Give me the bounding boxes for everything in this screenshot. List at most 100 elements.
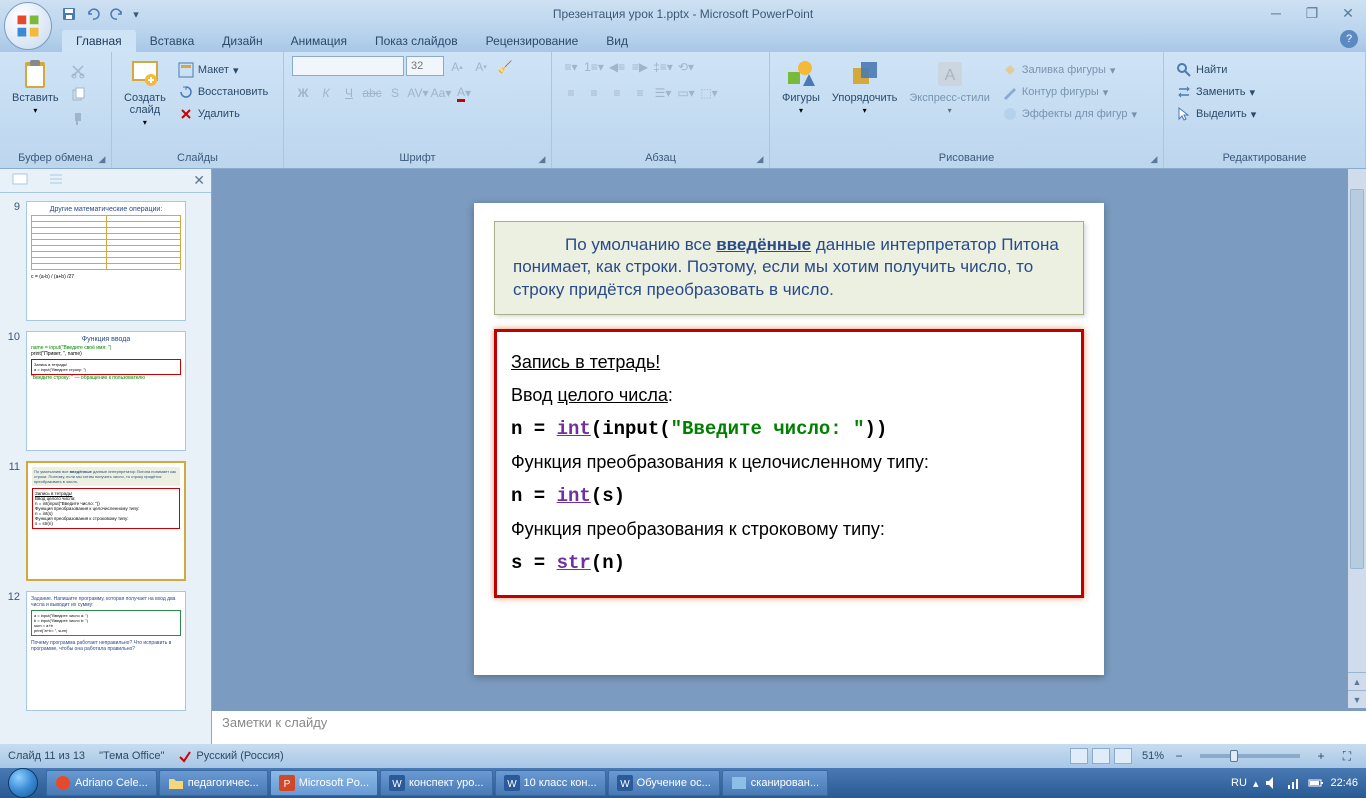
notes-pane[interactable]: Заметки к слайду — [212, 708, 1366, 744]
grow-font[interactable]: A▴ — [446, 56, 468, 78]
thumb-12[interactable]: Задание. Напишите программу, которая пол… — [26, 591, 186, 711]
find-button[interactable]: Найти — [1172, 60, 1260, 80]
reset-button[interactable]: Восстановить — [174, 82, 272, 102]
underline-button[interactable]: Ч — [338, 82, 360, 104]
zoom-handle[interactable] — [1230, 750, 1238, 762]
volume-icon[interactable] — [1264, 775, 1280, 791]
thumb-9[interactable]: Другие математические операции: c = (a-b… — [26, 201, 186, 321]
spacing-button[interactable]: AV▾ — [407, 82, 429, 104]
clock[interactable]: 22:46 — [1330, 777, 1358, 789]
delete-button[interactable]: Удалить — [174, 104, 272, 124]
thumb-10[interactable]: Функция ввода name = input("Введите своё… — [26, 331, 186, 451]
slideshow-view-button[interactable] — [1114, 748, 1132, 764]
zoom-in[interactable]: + — [1310, 745, 1332, 767]
font-color-button[interactable]: A▾ — [453, 82, 475, 104]
restore-button[interactable]: ❐ — [1300, 4, 1324, 22]
outline-tab[interactable] — [42, 171, 70, 190]
undo-button[interactable] — [82, 3, 104, 25]
paste-button[interactable]: Вставить ▾ — [8, 56, 63, 117]
tab-review[interactable]: Рецензирование — [472, 30, 593, 52]
arrange-icon — [849, 58, 881, 90]
task-firefox[interactable]: Adriano Cele... — [46, 770, 157, 796]
text-direction[interactable]: ⟲▾ — [675, 56, 697, 78]
redo-button[interactable] — [106, 3, 128, 25]
numbering-button[interactable]: 1≡▾ — [583, 56, 605, 78]
task-word1[interactable]: Wконспект уро... — [380, 770, 493, 796]
case-button[interactable]: Aa▾ — [430, 82, 452, 104]
select-button[interactable]: Выделить ▾ — [1172, 104, 1260, 124]
slide-canvas[interactable]: По умолчанию все введённые данные интерп… — [474, 203, 1104, 675]
zoom-slider[interactable] — [1200, 754, 1300, 758]
qat-customize[interactable]: ▾ — [130, 3, 142, 25]
tab-home[interactable]: Главная — [62, 30, 136, 52]
shrink-font[interactable]: A▾ — [470, 56, 492, 78]
task-word2[interactable]: W10 класс кон... — [495, 770, 606, 796]
vertical-scrollbar[interactable]: ▲ ▼ — [1348, 169, 1366, 708]
tab-insert[interactable]: Вставка — [136, 30, 209, 52]
slides-tab[interactable] — [6, 171, 34, 190]
task-powerpoint[interactable]: PMicrosoft Po... — [270, 770, 378, 796]
minimize-button[interactable]: ─ — [1264, 4, 1288, 22]
tray-chevron[interactable]: ▴ — [1253, 777, 1259, 790]
tab-animation[interactable]: Анимация — [277, 30, 361, 52]
tab-design[interactable]: Дизайн — [208, 30, 276, 52]
zoom-out[interactable]: − — [1168, 745, 1190, 767]
new-slide-button[interactable]: Создать слайд ▾ — [120, 56, 170, 129]
panel-close[interactable]: ✕ — [193, 172, 205, 189]
shape-outline[interactable]: Контур фигуры ▾ — [998, 82, 1141, 102]
arrange-button[interactable]: Упорядочить▾ — [828, 56, 901, 117]
indent-button[interactable]: ≡▶ — [629, 56, 651, 78]
fit-button[interactable]: ⛶ — [1336, 745, 1358, 767]
lang-indicator[interactable]: RU — [1231, 777, 1247, 789]
line-spacing[interactable]: ‡≡▾ — [652, 56, 674, 78]
scroll-thumb[interactable] — [1350, 189, 1364, 569]
drawing-launcher[interactable]: ◢ — [1147, 152, 1161, 166]
columns[interactable]: ☰▾ — [652, 82, 674, 104]
italic-button[interactable]: К — [315, 82, 337, 104]
prev-slide-button[interactable]: ▲ — [1348, 672, 1366, 690]
tab-slideshow[interactable]: Показ слайдов — [361, 30, 472, 52]
tab-view[interactable]: Вид — [592, 30, 642, 52]
cut-button[interactable] — [67, 60, 89, 82]
normal-view-button[interactable] — [1070, 748, 1088, 764]
clear-format[interactable]: 🧹 — [494, 56, 516, 78]
shadow-button[interactable]: S — [384, 82, 406, 104]
sorter-view-button[interactable] — [1092, 748, 1110, 764]
layout-button[interactable]: Макет ▾ — [174, 60, 272, 80]
font-launcher[interactable]: ◢ — [535, 152, 549, 166]
strike-button[interactable]: abc — [361, 82, 383, 104]
font-size-combo[interactable]: 32 — [406, 56, 444, 76]
font-family-combo[interactable] — [292, 56, 404, 76]
bold-button[interactable]: Ж — [292, 82, 314, 104]
battery-icon[interactable] — [1308, 775, 1324, 791]
clipboard-launcher[interactable]: ◢ — [95, 152, 109, 166]
network-icon[interactable] — [1286, 775, 1302, 791]
thumbnail-list[interactable]: 9 Другие математические операции: c = (a… — [0, 193, 211, 744]
align-left[interactable]: ≡ — [560, 82, 582, 104]
format-painter-button[interactable] — [67, 108, 89, 130]
office-button[interactable] — [4, 2, 52, 50]
align-text[interactable]: ▭▾ — [675, 82, 697, 104]
justify[interactable]: ≡ — [629, 82, 651, 104]
start-button[interactable] — [0, 768, 45, 798]
thumb-11[interactable]: По умолчанию все введённые данные интерп… — [26, 461, 186, 581]
shape-fill[interactable]: Заливка фигуры ▾ — [998, 60, 1141, 80]
copy-button[interactable] — [67, 84, 89, 106]
close-button[interactable]: ✕ — [1336, 4, 1360, 22]
task-scan[interactable]: сканирован... — [722, 770, 828, 796]
quick-styles-button[interactable]: A Экспресс-стили▾ — [905, 56, 993, 117]
smartart[interactable]: ⬚▾ — [698, 82, 720, 104]
replace-button[interactable]: Заменить ▾ — [1172, 82, 1260, 102]
help-button[interactable]: ? — [1340, 30, 1358, 48]
save-button[interactable] — [58, 3, 80, 25]
shape-effects[interactable]: Эффекты для фигур ▾ — [998, 104, 1141, 124]
para-launcher[interactable]: ◢ — [753, 152, 767, 166]
bullets-button[interactable]: ≡▾ — [560, 56, 582, 78]
task-word3[interactable]: WОбучение ос... — [608, 770, 720, 796]
next-slide-button[interactable]: ▼ — [1348, 690, 1366, 708]
shapes-button[interactable]: Фигуры▾ — [778, 56, 824, 117]
task-folder[interactable]: педагогичес... — [159, 770, 268, 796]
outdent-button[interactable]: ◀≡ — [606, 56, 628, 78]
align-center[interactable]: ≡ — [583, 82, 605, 104]
align-right[interactable]: ≡ — [606, 82, 628, 104]
